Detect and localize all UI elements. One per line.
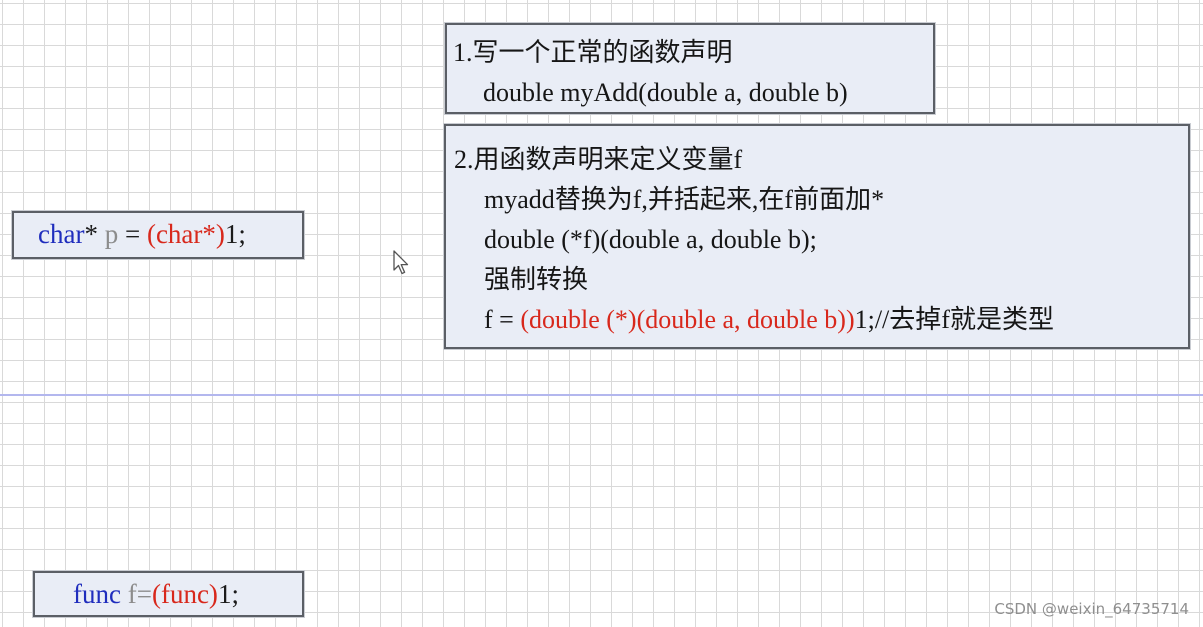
step-2-cast-line: f = (double (*)(double a, double b))1;//… bbox=[454, 300, 1188, 340]
pointer-star: * bbox=[84, 219, 98, 249]
section-divider bbox=[0, 394, 1203, 396]
step-2-cast-heading: 强制转换 bbox=[484, 265, 589, 294]
note-box-step-1: 1.写一个正常的函数声明 double myAdd(double a, doub… bbox=[445, 23, 935, 114]
step-1-declaration: double myAdd(double a, double b) bbox=[483, 78, 848, 107]
char-pointer-cast: (char*) bbox=[146, 219, 225, 249]
cast-line-prefix: f = bbox=[484, 305, 521, 334]
code-box-func-cast: func f=(func)1; bbox=[33, 571, 304, 617]
func-assign-operator: = bbox=[136, 579, 152, 609]
func-cast: (func) bbox=[151, 579, 218, 609]
variable-f: f bbox=[127, 579, 137, 609]
csdn-watermark: CSDN @weixin_64735714 bbox=[994, 600, 1189, 618]
step-2-heading: 2.用函数声明来定义变量f bbox=[454, 145, 743, 174]
note-box-step-2: 2.用函数声明来定义变量f myadd替换为f,并括起来,在f前面加* doub… bbox=[444, 124, 1190, 349]
func-type-keyword: func bbox=[73, 579, 121, 609]
char-cast-rest: 1; bbox=[224, 219, 246, 249]
step-2-replace-instruction: myadd替换为f,并括起来,在f前面加* bbox=[484, 185, 885, 214]
assign-operator: = bbox=[118, 219, 147, 249]
function-pointer-cast: (double (*)(double a, double b)) bbox=[520, 305, 855, 334]
mouse-cursor-icon bbox=[393, 250, 409, 275]
code-box-char-cast: char* p = (char*)1; bbox=[12, 211, 304, 259]
cast-line-suffix: 1;//去掉f就是类型 bbox=[854, 305, 1054, 334]
func-cast-rest: 1; bbox=[217, 579, 239, 609]
step-1-heading: 1.写一个正常的函数声明 bbox=[453, 38, 733, 67]
char-type-keyword: char bbox=[38, 219, 85, 249]
step-2-pointer-declaration: double (*f)(double a, double b); bbox=[484, 225, 817, 254]
variable-p: p bbox=[104, 219, 119, 249]
